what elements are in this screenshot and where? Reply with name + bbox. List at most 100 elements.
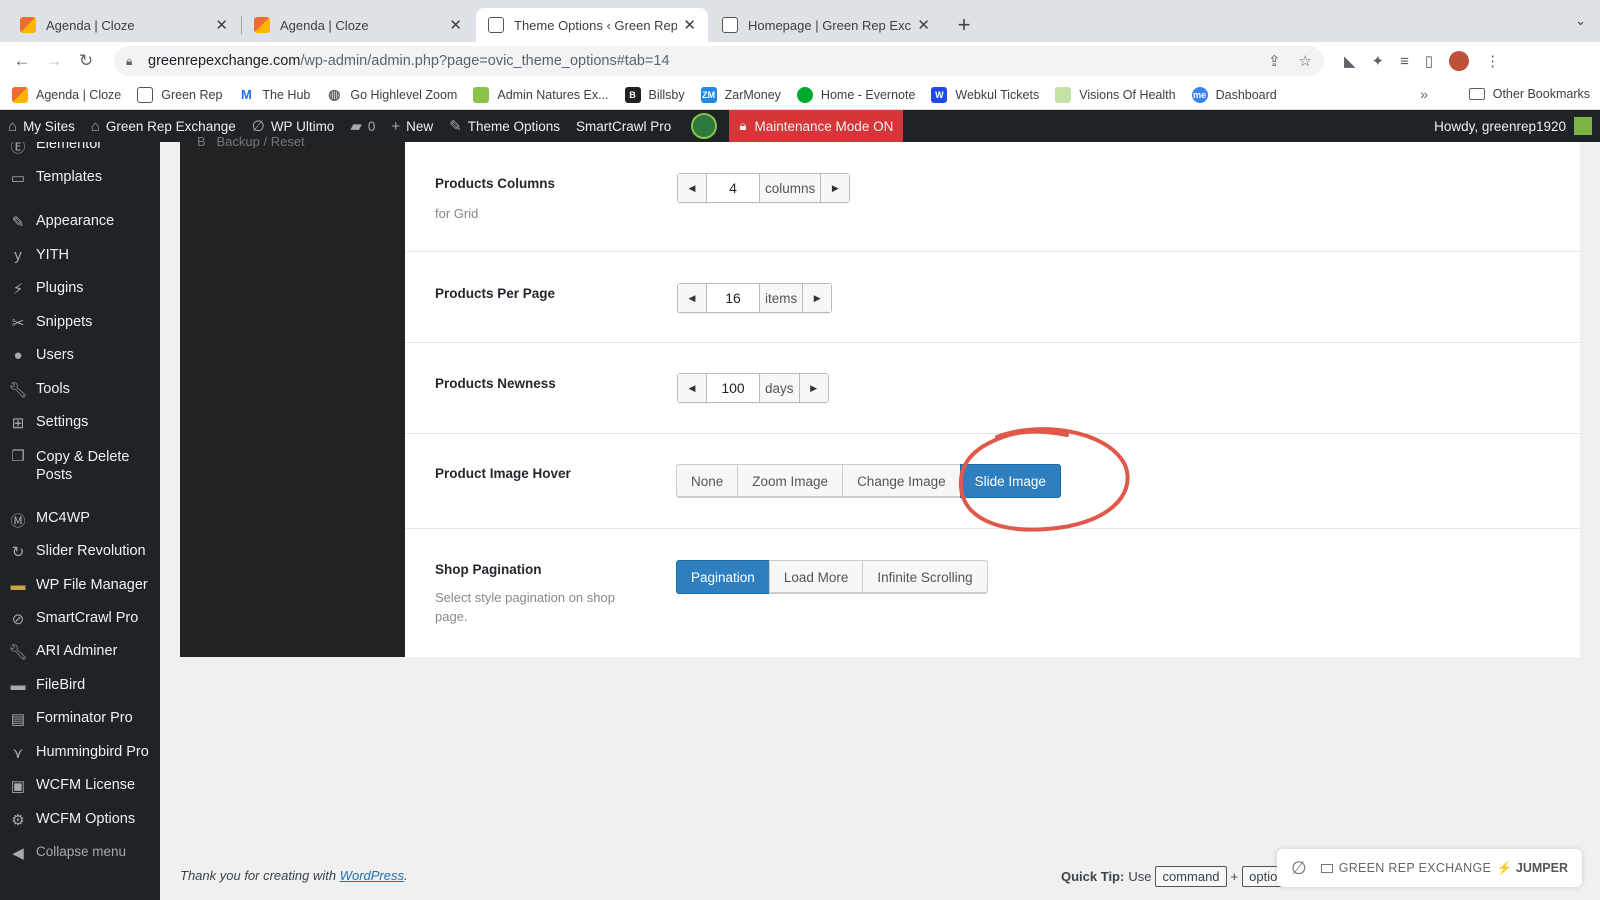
avatar	[1574, 117, 1592, 135]
share-icon[interactable]: ⇪	[1268, 52, 1281, 70]
menu-item-ari-adminer[interactable]: 🔧︎ ARI Adminer	[0, 643, 160, 661]
menu-item-hummingbird[interactable]: ⋎ Hummingbird Pro	[0, 744, 160, 762]
menu-item-appearance[interactable]: ✎ Appearance	[0, 213, 160, 231]
increment-arrow-icon[interactable]: ▶	[820, 174, 850, 202]
bookmark-item[interactable]: me Dashboard	[1191, 86, 1277, 103]
smartcrawl-link[interactable]: SmartCrawl Pro	[568, 110, 679, 142]
menu-item-elementor[interactable]: Ⓔ Elementor	[0, 142, 160, 156]
profile-avatar[interactable]	[1449, 51, 1470, 71]
bookmark-item[interactable]: Agenda | Cloze	[12, 86, 121, 103]
stepper-unit: days	[759, 374, 799, 402]
bookmark-item[interactable]: M The Hub	[238, 87, 310, 103]
browser-tab[interactable]: Agenda | Cloze ✕	[8, 8, 242, 42]
wrench-icon: 🔧︎	[8, 644, 28, 661]
menu-item-forminator[interactable]: ▤ Forminator Pro	[0, 710, 160, 728]
comments-link[interactable]: ▰ 0	[342, 110, 383, 142]
wcfm-icon: ▣	[10, 778, 26, 795]
my-sites-link[interactable]: ⌂ My Sites	[0, 110, 83, 142]
option-products-columns: Products Columns for Grid ◀ 4 columns ▶	[405, 142, 1580, 252]
menu-item-wcfm-license[interactable]: ▣ WCFM License	[0, 777, 160, 795]
menu-item-settings[interactable]: ⊞ Settings	[0, 414, 160, 432]
close-icon[interactable]: ✕	[215, 16, 228, 34]
maintenance-mode-badge[interactable]: 🔒︎ Maintenance Mode ON	[729, 110, 904, 142]
stepper-value[interactable]: 16	[707, 284, 759, 312]
tab-search-chevron-icon[interactable]: ⌄	[1575, 13, 1586, 29]
hover-option-zoom-image[interactable]: Zoom Image	[737, 464, 844, 498]
menu-item-yith[interactable]: y YITH	[0, 247, 160, 265]
menu-item-copy-delete-posts[interactable]: ❐ Copy & Delete Posts	[0, 448, 160, 484]
extension-icon[interactable]: ◣	[1344, 52, 1356, 70]
new-content-link[interactable]: + New	[383, 110, 441, 142]
close-icon[interactable]: ✕	[683, 16, 696, 34]
browser-tab-active[interactable]: Theme Options ‹ Green Rep Ex ✕	[476, 8, 708, 42]
bookmarks-overflow-button[interactable]: »	[1420, 86, 1428, 102]
stepper-value[interactable]: 4	[707, 174, 759, 202]
site-avatar[interactable]	[691, 113, 718, 139]
puzzle-icon[interactable]: ✦	[1372, 52, 1385, 70]
bookmark-item[interactable]: ZM ZarMoney	[700, 86, 781, 103]
back-arrow-icon[interactable]: ←	[6, 51, 38, 71]
decrement-arrow-icon[interactable]: ◀	[678, 284, 707, 312]
jumper-widget[interactable]: ∅ GREEN REP EXCHANGE ⚡ JUMPER	[1277, 849, 1582, 887]
menu-item-mc4wp[interactable]: Ⓜ MC4WP	[0, 510, 160, 530]
cloze-icon	[254, 17, 270, 33]
bookmark-item[interactable]: W Webkul Tickets	[931, 86, 1039, 103]
account-menu[interactable]: Howdy, greenrep1920	[1434, 117, 1600, 135]
wpmudev-icon: M	[240, 87, 252, 102]
browser-tab[interactable]: Agenda | Cloze ✕	[242, 8, 474, 42]
reading-list-icon[interactable]: ≡	[1400, 53, 1409, 70]
browser-tab[interactable]: Homepage | Green Rep Exchan ✕	[710, 8, 942, 42]
plus-icon: +	[391, 117, 401, 135]
bookmark-item[interactable]: Home - Evernote	[796, 86, 915, 103]
bookmark-item[interactable]: ◍ Go Highlevel Zoom	[326, 86, 457, 103]
reload-icon[interactable]: ↻	[70, 51, 102, 71]
option-label: Products Columns	[435, 176, 556, 191]
increment-arrow-icon[interactable]: ▶	[798, 374, 828, 402]
menu-item-snippets[interactable]: ✂ Snippets	[0, 314, 160, 332]
mc4wp-icon: Ⓜ	[10, 513, 26, 530]
increment-arrow-icon[interactable]: ▶	[802, 284, 832, 312]
wordpress-link[interactable]: WordPress	[340, 868, 404, 883]
bookmark-item[interactable]: Admin Natures Ex...	[473, 86, 609, 103]
decrement-arrow-icon[interactable]: ◀	[678, 374, 707, 402]
hummingbird-icon: ⋎	[12, 745, 24, 762]
decrement-arrow-icon[interactable]: ◀	[678, 174, 707, 202]
menu-item-users[interactable]: ● Users	[0, 347, 160, 365]
close-icon[interactable]: ✕	[917, 16, 930, 34]
other-bookmarks-button[interactable]: Other Bookmarks	[1468, 87, 1590, 101]
pagination-option-infinite-scrolling[interactable]: Infinite Scrolling	[862, 560, 988, 594]
menu-item-slider-revolution[interactable]: ↻ Slider Revolution	[0, 543, 160, 561]
close-icon[interactable]: ✕	[449, 16, 462, 34]
paintbrush-icon: ✎	[11, 214, 25, 231]
collapse-menu-button[interactable]: ◀ Collapse menu	[0, 844, 160, 862]
menu-item-filebird[interactable]: ▬ FileBird	[0, 677, 160, 695]
pagination-option-load-more[interactable]: Load More	[768, 560, 864, 594]
stepper-value[interactable]: 100	[707, 374, 759, 402]
menu-item-smartcrawl[interactable]: ⊘ SmartCrawl Pro	[0, 610, 160, 628]
bookmark-item[interactable]: B Billsby	[624, 86, 685, 103]
kebab-menu-icon[interactable]: ⋮	[1485, 52, 1500, 70]
menu-item-tools[interactable]: 🔧︎ Tools	[0, 381, 160, 399]
pagination-option-pagination[interactable]: Pagination	[676, 560, 770, 594]
menu-item-templates[interactable]: ▭ Templates	[0, 169, 160, 187]
menu-item-wp-file-manager[interactable]: ▬ WP File Manager	[0, 577, 160, 595]
lock-icon: 🔒︎	[126, 53, 133, 68]
star-icon[interactable]: ☆	[1299, 52, 1312, 70]
bookmark-item[interactable]: Visions Of Health	[1055, 86, 1176, 103]
url-input[interactable]: 🔒︎ greenrepexchange.com/wp-admin/admin.p…	[114, 46, 1324, 76]
sidepanel-icon[interactable]: ▯	[1425, 52, 1433, 70]
menu-item-wcfm-options[interactable]: ⚙ WCFM Options	[0, 811, 160, 829]
url-domain: greenrepexchange.com	[148, 53, 301, 69]
option-label: Shop Pagination	[435, 562, 542, 577]
subnav-item-backup-reset[interactable]: B Backup / Reset	[197, 134, 305, 149]
menu-item-plugins[interactable]: ⚡︎ Plugins	[0, 280, 160, 298]
theme-options-link[interactable]: ✎ Theme Options	[441, 110, 568, 142]
greenrep-icon	[722, 17, 738, 33]
home-icon: ⌂	[90, 117, 100, 135]
bookmark-item[interactable]: Green Rep	[137, 86, 222, 103]
new-tab-button[interactable]: +	[950, 11, 978, 39]
hover-option-change-image[interactable]: Change Image	[842, 464, 961, 498]
hover-option-none[interactable]: None	[676, 464, 739, 498]
forward-arrow-icon[interactable]: →	[38, 51, 70, 71]
jumper-site: GREEN REP EXCHANGE	[1320, 861, 1491, 875]
